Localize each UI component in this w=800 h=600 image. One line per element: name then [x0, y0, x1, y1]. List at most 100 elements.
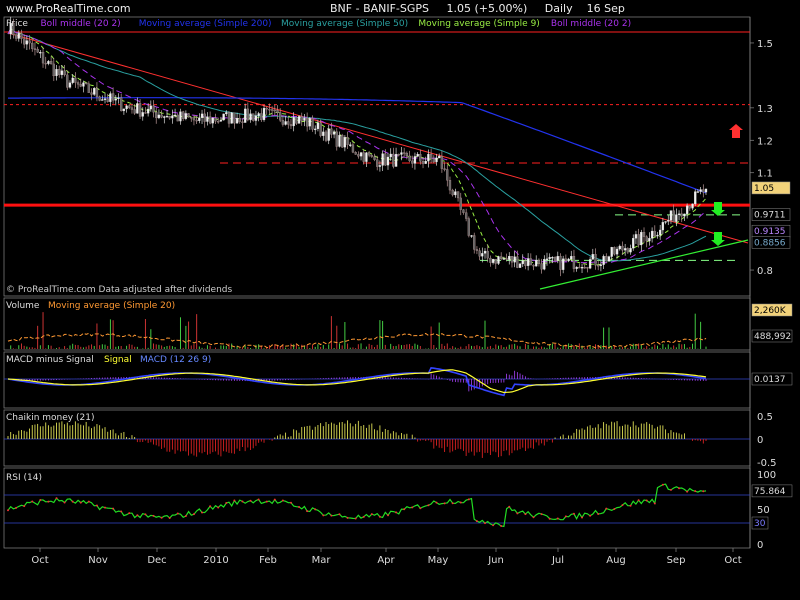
rsi-down-mark — [451, 502, 454, 505]
candle-body — [120, 97, 123, 112]
candle-body — [179, 111, 182, 122]
candle-body — [516, 256, 519, 268]
candle-body — [696, 191, 700, 193]
candle-body — [411, 160, 414, 164]
rsi-down-mark — [653, 502, 656, 505]
candle-body — [68, 82, 72, 88]
rsi-down-mark — [160, 516, 163, 519]
candle-body — [93, 88, 96, 95]
candle-body — [141, 112, 144, 117]
candle-body — [144, 112, 147, 114]
candle-body — [624, 248, 627, 251]
chaikin-tick-label: -0.5 — [757, 458, 777, 469]
candle-body — [440, 156, 444, 169]
candle-body — [521, 260, 524, 265]
candle-body — [117, 97, 120, 99]
candle-body — [359, 152, 363, 157]
candle-body — [168, 116, 171, 119]
candle-body — [276, 109, 279, 113]
candle-body — [494, 258, 497, 264]
macd-line — [7, 367, 707, 397]
candle-body — [101, 99, 104, 101]
candle-body — [146, 108, 150, 114]
candle-body — [456, 191, 460, 199]
candle-body — [190, 117, 193, 119]
rsi-down-mark — [241, 500, 244, 503]
candle-body — [548, 257, 551, 259]
candle-body — [376, 159, 379, 167]
rsi-down-mark — [281, 499, 284, 502]
volume-legend: Volume — [6, 301, 40, 311]
candle-body — [416, 154, 419, 157]
candle-body — [305, 117, 309, 127]
candle-body — [675, 214, 678, 222]
candle-body — [249, 113, 252, 121]
rsi-down-mark — [201, 511, 204, 514]
candle-body — [79, 84, 82, 87]
candle-body — [497, 256, 500, 264]
candle-body — [545, 258, 549, 260]
candle-body — [691, 203, 694, 209]
price-tick-label: 1.2 — [757, 136, 773, 147]
candle-body — [427, 153, 430, 162]
rsi-down-mark — [330, 514, 333, 517]
candle-body — [599, 264, 603, 266]
candle-body — [114, 98, 117, 101]
rsi-down-mark — [362, 515, 365, 518]
x-tick-label: Dec — [147, 555, 166, 566]
rsi-down-mark — [386, 514, 389, 517]
candle-body — [36, 48, 39, 53]
rsi-down-mark — [338, 513, 341, 516]
candle-body — [225, 112, 228, 115]
candle-body — [133, 109, 136, 114]
candle-body — [90, 92, 93, 95]
candle-body — [122, 108, 126, 112]
rsi-legend: RSI (14) — [6, 473, 42, 483]
candle-body — [556, 256, 559, 261]
candle-body — [378, 165, 382, 167]
stock-chart[interactable]: Price Boll middle (20 2) Moving average (S… — [0, 0, 800, 600]
candle-body — [198, 117, 201, 121]
candle-body — [28, 40, 31, 44]
candle-body — [400, 152, 403, 155]
candle-body — [63, 70, 66, 76]
candle-body — [85, 82, 88, 84]
rsi-tick-label: 50 — [757, 505, 770, 516]
candle-body — [246, 108, 250, 121]
candle-body — [265, 108, 268, 110]
candle-body — [200, 113, 204, 118]
candle-body — [203, 113, 206, 122]
candle-body — [289, 124, 293, 127]
candle-body — [648, 238, 651, 242]
x-tick-label: Nov — [88, 555, 108, 566]
rsi-down-mark — [411, 506, 414, 509]
rsi-down-mark — [176, 512, 179, 515]
candle-body — [659, 229, 662, 236]
candle-body — [341, 135, 344, 148]
candle-body — [386, 156, 390, 166]
candle-body — [300, 116, 303, 121]
candle-body — [182, 111, 185, 119]
candle-body — [155, 112, 158, 119]
candle-body — [284, 121, 287, 125]
candle-body — [327, 128, 330, 141]
rsi-down-mark — [589, 514, 592, 517]
candle-body — [58, 69, 61, 75]
macd-value: 0.0137 — [754, 375, 786, 385]
rsi-down-mark — [645, 499, 648, 502]
rsi-down-mark — [556, 517, 559, 520]
candle-body — [475, 249, 479, 251]
legend-item-1: Boll middle (20 2) — [41, 19, 121, 29]
candle-body — [367, 152, 371, 156]
x-tick-label: Jul — [551, 555, 564, 566]
rsi-down-mark — [23, 505, 26, 508]
candle-body — [330, 128, 333, 135]
rsi-down-mark — [87, 500, 90, 503]
candle-body — [165, 116, 169, 118]
rsi-down-mark — [184, 515, 187, 518]
rsi-down-mark — [532, 516, 535, 519]
rsi-down-mark — [249, 499, 252, 502]
candle-body — [553, 257, 557, 261]
candle-body — [467, 218, 470, 236]
candle-body — [632, 238, 635, 249]
